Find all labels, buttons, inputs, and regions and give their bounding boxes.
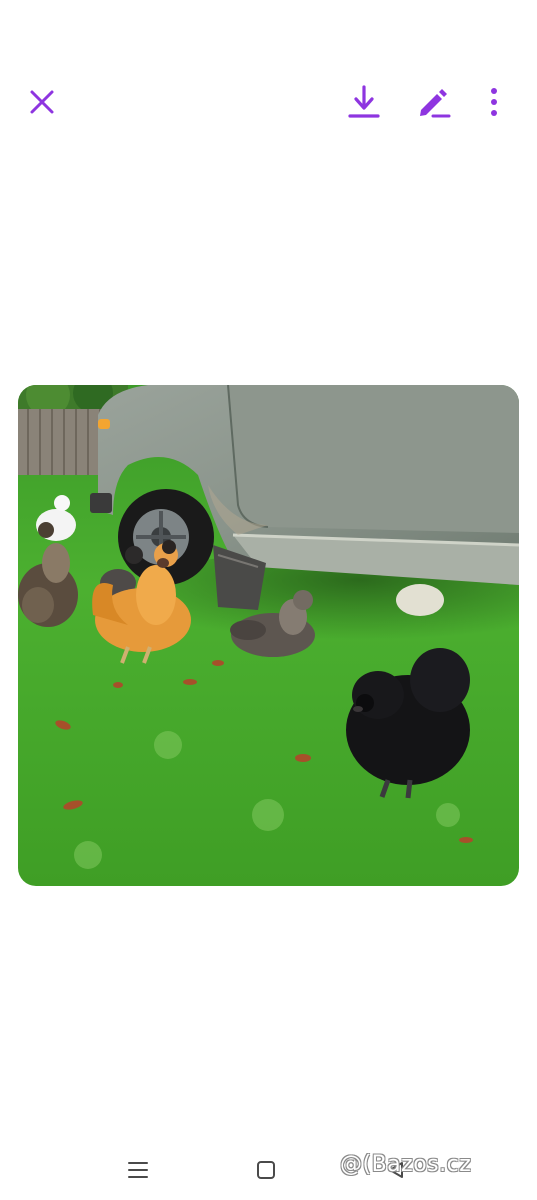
edit-icon: [420, 89, 451, 118]
home-icon: [257, 1161, 275, 1179]
more-vert-icon: [491, 88, 497, 116]
download-button[interactable]: [340, 78, 388, 126]
photo-image: [18, 385, 519, 886]
download-icon: [348, 85, 380, 118]
home-button[interactable]: [246, 1152, 286, 1188]
recent-apps-button[interactable]: [118, 1152, 158, 1188]
menu-icon: [128, 1162, 148, 1178]
more-options-button[interactable]: [470, 78, 518, 126]
listing-photo[interactable]: [18, 385, 519, 886]
top-toolbar: [0, 0, 537, 200]
close-icon: [30, 90, 54, 114]
close-button[interactable]: [18, 78, 66, 126]
watermark: @(Bazos.cz: [340, 1152, 472, 1177]
edit-button[interactable]: [410, 78, 458, 126]
